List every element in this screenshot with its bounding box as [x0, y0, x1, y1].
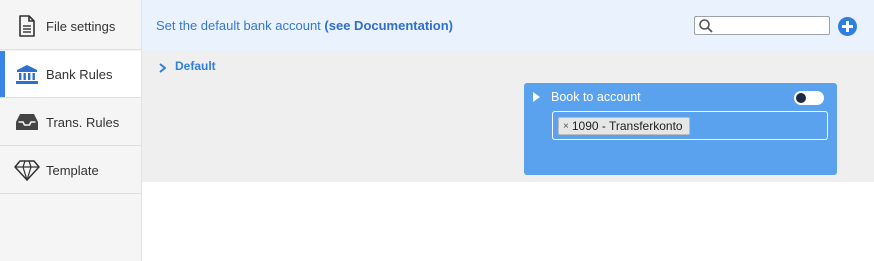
sidebar: File settings Bank Rules Trans. Rules Te… [0, 0, 142, 261]
documentation-link[interactable]: (see Documentation) [324, 18, 453, 33]
book-to-account-card: Book to account × 1090 - Transferkonto [524, 83, 837, 175]
rules-area: Default Book to account × 1090 - Transfe… [142, 51, 874, 182]
sidebar-item-trans-rules[interactable]: Trans. Rules [0, 99, 141, 146]
header-text: Set the default bank account [156, 18, 321, 33]
file-icon [14, 13, 40, 39]
sidebar-item-label: Template [46, 162, 99, 178]
sidebar-item-bank-rules[interactable]: Bank Rules [0, 51, 141, 98]
search-icon [698, 18, 714, 34]
chevron-right-icon [158, 62, 167, 73]
default-rule-toggle[interactable]: Default [158, 59, 216, 73]
header-bar: Set the default bank account (see Docume… [142, 0, 874, 51]
diamond-icon [14, 157, 40, 183]
sidebar-item-template[interactable]: Template [0, 147, 141, 194]
sidebar-item-label: Trans. Rules [46, 114, 120, 130]
account-select[interactable]: × 1090 - Transferkonto [552, 111, 828, 140]
search-input[interactable] [694, 16, 830, 35]
sidebar-item-file-settings[interactable]: File settings [0, 3, 141, 50]
sidebar-item-label: File settings [46, 18, 116, 34]
card-title: Book to account [551, 90, 641, 104]
remove-tag-icon[interactable]: × [563, 121, 569, 132]
plus-circle-icon[interactable] [838, 17, 857, 36]
default-label: Default [175, 59, 216, 73]
play-icon[interactable] [533, 92, 540, 102]
header-description: Set the default bank account (see Docume… [156, 18, 453, 33]
enable-toggle[interactable] [794, 91, 824, 105]
bank-icon [14, 61, 40, 87]
account-tag-label: 1090 - Transferkonto [571, 119, 683, 133]
inbox-icon [14, 109, 40, 135]
sidebar-item-label: Bank Rules [46, 66, 113, 82]
account-tag: × 1090 - Transferkonto [558, 117, 690, 135]
toggle-knob [796, 93, 806, 103]
